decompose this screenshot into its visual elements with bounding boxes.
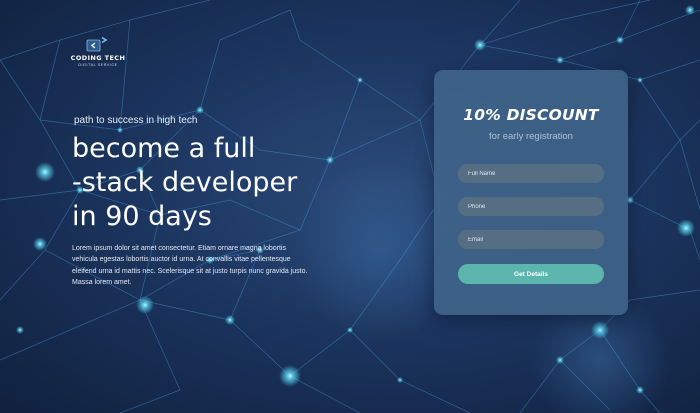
phone-field[interactable] <box>458 197 604 216</box>
headline-line: in 90 days <box>72 201 212 232</box>
email-field[interactable] <box>458 230 604 249</box>
hero-headline: become a full -stack developer in 90 day… <box>72 132 342 234</box>
hero-description: Lorem ipsum dolor sit amet consectetur. … <box>72 245 308 287</box>
get-details-button[interactable]: Get Details <box>458 264 604 284</box>
brand-logo[interactable]: CODING TECH DIGITAL SERVICE <box>70 36 126 67</box>
signup-card: 10% DISCOUNT for early registration Get … <box>434 70 628 315</box>
brand-subtitle: DIGITAL SERVICE <box>78 63 118 67</box>
discount-subtitle: for early registration <box>489 131 573 142</box>
hero-tagline: path to success in high tech <box>74 115 198 126</box>
discount-title: 10% DISCOUNT <box>463 106 599 124</box>
full-name-field[interactable] <box>458 164 604 183</box>
hero-section: path to success in high tech become a fu… <box>72 115 342 289</box>
code-brackets-icon <box>86 36 108 52</box>
headline-line: become a full <box>72 133 256 164</box>
brand-name: CODING TECH <box>70 54 126 62</box>
headline-line: -stack developer <box>72 167 298 198</box>
